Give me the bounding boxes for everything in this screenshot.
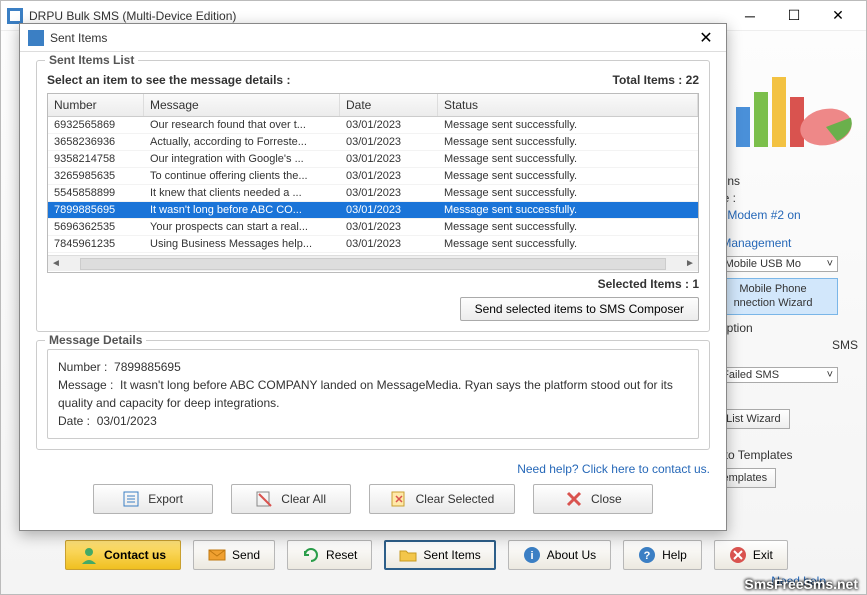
col-message[interactable]: Message: [144, 94, 340, 116]
folder-icon: [399, 546, 417, 564]
table-row[interactable]: 7845961235Using Business Messages help..…: [48, 236, 698, 253]
clear-selected-icon: [390, 490, 408, 508]
bottom-toolbar: Contact us Send Reset Sent Items iAbout …: [65, 540, 788, 570]
dialog-title: Sent Items: [50, 31, 694, 45]
col-status[interactable]: Status: [438, 94, 698, 116]
total-items: Total Items : 22: [613, 73, 700, 87]
detail-date: 03/01/2023: [97, 414, 157, 428]
dialog-icon: [28, 30, 44, 46]
exit-button[interactable]: Exit: [714, 540, 788, 570]
table-header: Number Message Date Status: [48, 94, 698, 117]
sent-items-dialog: Sent Items ✕ Sent Items List Select an i…: [19, 23, 727, 531]
info-icon: i: [523, 546, 541, 564]
table-row[interactable]: 5696362535Your prospects can start a rea…: [48, 219, 698, 236]
clear-selected-button[interactable]: Clear Selected: [369, 484, 516, 514]
details-legend: Message Details: [45, 333, 146, 347]
minimize-button[interactable]: ─: [728, 2, 772, 30]
help-link[interactable]: Need help? Click here to contact us.: [36, 462, 710, 476]
close-icon: [565, 490, 583, 508]
failed-sms-select[interactable]: n Failed SMS ˅: [708, 367, 838, 383]
app-icon: [7, 8, 23, 24]
mobile-phone-wizard[interactable]: Mobile Phonennection Wizard: [708, 278, 838, 315]
watermark: SmsFreeSms.net: [744, 576, 858, 592]
send-button[interactable]: Send: [193, 540, 275, 570]
device-label: vice :: [708, 191, 858, 205]
help-button[interactable]: ?Help: [623, 540, 702, 570]
export-button[interactable]: Export: [93, 484, 213, 514]
table-row[interactable]: 6932565869Our research found that over t…: [48, 117, 698, 134]
user-icon: [80, 546, 98, 564]
templates-label: ge to Templates: [708, 448, 858, 462]
dialog-buttons: Export Clear All Clear Selected Close: [36, 484, 710, 514]
table-row[interactable]: 3265985635To continue offering clients t…: [48, 168, 698, 185]
help-icon: ?: [638, 546, 656, 564]
list-legend: Sent Items List: [45, 53, 138, 67]
clear-all-icon: [255, 490, 273, 508]
app-title: DRPU Bulk SMS (Multi-Device Edition): [29, 9, 728, 23]
chart-decoration: [726, 67, 856, 157]
sent-items-list-group: Sent Items List Select an item to see th…: [36, 60, 710, 332]
details-box: Number : 7899885695 Message : It wasn't …: [47, 349, 699, 439]
clear-all-button[interactable]: Clear All: [231, 484, 351, 514]
table-row[interactable]: 3658236936Actually, according to Forrest…: [48, 134, 698, 151]
table-row[interactable]: 8956235485Conversational messaging, al..…: [48, 253, 698, 255]
col-number[interactable]: Number: [48, 94, 144, 116]
sms-label: SMS: [832, 338, 858, 352]
main-window: DRPU Bulk SMS (Multi-Device Edition) ─ ☐…: [0, 0, 867, 595]
about-button[interactable]: iAbout Us: [508, 540, 611, 570]
y-option-label: y Option: [708, 321, 858, 335]
table-row[interactable]: 7899885695It wasn't long before ABC CO..…: [48, 202, 698, 219]
detail-number: 7899885695: [114, 360, 181, 374]
reset-icon: [302, 546, 320, 564]
message-details-group: Message Details Number : 7899885695 Mess…: [36, 340, 710, 450]
close-dialog-button[interactable]: Close: [533, 484, 653, 514]
horizontal-scrollbar[interactable]: ◄►: [48, 255, 698, 271]
instruction-text: Select an item to see the message detail…: [47, 73, 290, 87]
exit-icon: [729, 546, 747, 564]
table-row[interactable]: 5545858899It knew that clients needed a …: [48, 185, 698, 202]
envelope-icon: [208, 546, 226, 564]
detail-message: It wasn't long before ABC COMPANY landed…: [58, 378, 673, 410]
items-table: Number Message Date Status 6932565869Our…: [47, 93, 699, 273]
selected-items: Selected Items : 1: [47, 277, 699, 291]
sent-items-button[interactable]: Sent Items: [384, 540, 495, 570]
right-panel: ptions vice : SB Modem #2 on ta Manageme…: [708, 171, 858, 491]
reset-button[interactable]: Reset: [287, 540, 372, 570]
table-body[interactable]: 6932565869Our research found that over t…: [48, 117, 698, 255]
les-label: les: [708, 389, 858, 403]
contact-button[interactable]: Contact us: [65, 540, 181, 570]
svg-text:i: i: [530, 550, 533, 562]
maximize-button[interactable]: ☐: [772, 2, 816, 30]
export-icon: [122, 490, 140, 508]
dialog-title-bar: Sent Items ✕: [20, 24, 726, 52]
dialog-close-button[interactable]: ✕: [694, 26, 718, 50]
close-button[interactable]: ✕: [816, 2, 860, 30]
col-date[interactable]: Date: [340, 94, 438, 116]
table-row[interactable]: 9358214758Our integration with Google's …: [48, 151, 698, 168]
options-label: ptions: [708, 174, 858, 188]
device-select[interactable]: G Mobile USB Mo ˅: [708, 256, 838, 272]
send-to-composer-button[interactable]: Send selected items to SMS Composer: [460, 297, 699, 321]
svg-text:?: ?: [644, 550, 651, 562]
